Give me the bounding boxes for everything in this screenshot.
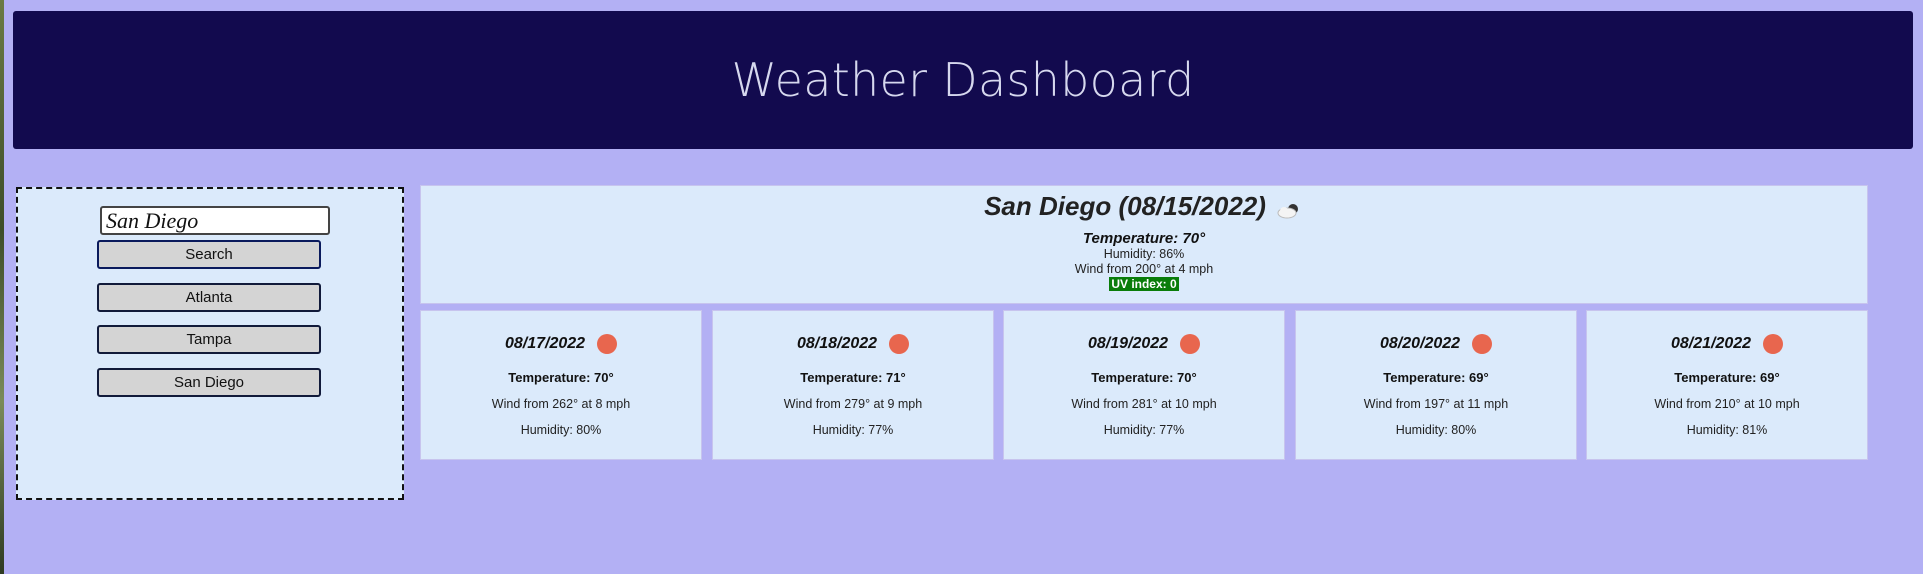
forecast-temperature: Temperature: 70° (508, 370, 614, 385)
current-city-title: San Diego (08/15/2022) (984, 190, 1266, 221)
history-button-atlanta[interactable]: Atlanta (97, 283, 321, 312)
forecast-date: 08/18/2022 (796, 335, 878, 352)
forecast-humidity: Humidity: 80% (1395, 423, 1477, 437)
search-button[interactable]: Search (97, 240, 321, 269)
forecast-date: 08/20/2022 (1379, 335, 1461, 352)
forecast-humidity: Humidity: 81% (1686, 423, 1768, 437)
history-button-san-diego[interactable]: San Diego (97, 368, 321, 397)
page-header: Weather Dashboard (13, 11, 1913, 149)
forecast-card: 08/19/2022 Temperature: 70° Wind from 28… (1003, 310, 1285, 460)
window-edge (0, 0, 4, 574)
forecast-date: 08/17/2022 (504, 335, 586, 352)
forecast-wind: Wind from 279° at 9 mph (783, 397, 923, 411)
forecast-wind: Wind from 210° at 10 mph (1654, 397, 1800, 411)
forecast-date: 08/19/2022 (1087, 335, 1169, 352)
current-weather-heading: San Diego (08/15/2022) (421, 188, 1867, 224)
partly-cloudy-icon (1276, 196, 1304, 219)
page-title: Weather Dashboard (731, 53, 1195, 107)
forecast-humidity: Humidity: 80% (520, 423, 602, 437)
forecast-humidity: Humidity: 77% (812, 423, 894, 437)
forecast-card: 08/18/2022 Temperature: 71° Wind from 27… (712, 310, 994, 460)
forecast-wind: Wind from 281° at 10 mph (1071, 397, 1217, 411)
current-wind: Wind from 200° at 4 mph (1074, 262, 1214, 276)
forecast-temperature: Temperature: 69° (1383, 370, 1489, 385)
forecast-temperature: Temperature: 69° (1674, 370, 1780, 385)
history-button-tampa[interactable]: Tampa (97, 325, 321, 354)
forecast-date: 08/21/2022 (1670, 335, 1752, 352)
uv-index-badge: UV index: 0 (1109, 277, 1179, 291)
current-weather-panel: San Diego (08/15/2022) Temperature: 70° … (420, 185, 1868, 304)
forecast-wind: Wind from 262° at 8 mph (491, 397, 631, 411)
sun-icon (597, 334, 618, 354)
forecast-card: 08/20/2022 Temperature: 69° Wind from 19… (1295, 310, 1577, 460)
forecast-humidity: Humidity: 77% (1103, 423, 1185, 437)
forecast-card: 08/21/2022 Temperature: 69° Wind from 21… (1586, 310, 1868, 460)
forecast-card: 08/17/2022 Temperature: 70° Wind from 26… (420, 310, 702, 460)
city-search-input[interactable] (100, 206, 330, 235)
current-temperature: Temperature: 70° (1082, 230, 1206, 247)
current-humidity: Humidity: 86% (1103, 247, 1185, 261)
forecast-temperature: Temperature: 70° (1091, 370, 1197, 385)
forecast-temperature: Temperature: 71° (800, 370, 906, 385)
search-panel: Search Atlanta Tampa San Diego (16, 187, 404, 500)
sun-icon (889, 334, 910, 354)
sun-icon (1472, 334, 1493, 354)
sun-icon (1180, 334, 1201, 354)
forecast-wind: Wind from 197° at 11 mph (1363, 397, 1509, 411)
sun-icon (1763, 334, 1784, 354)
